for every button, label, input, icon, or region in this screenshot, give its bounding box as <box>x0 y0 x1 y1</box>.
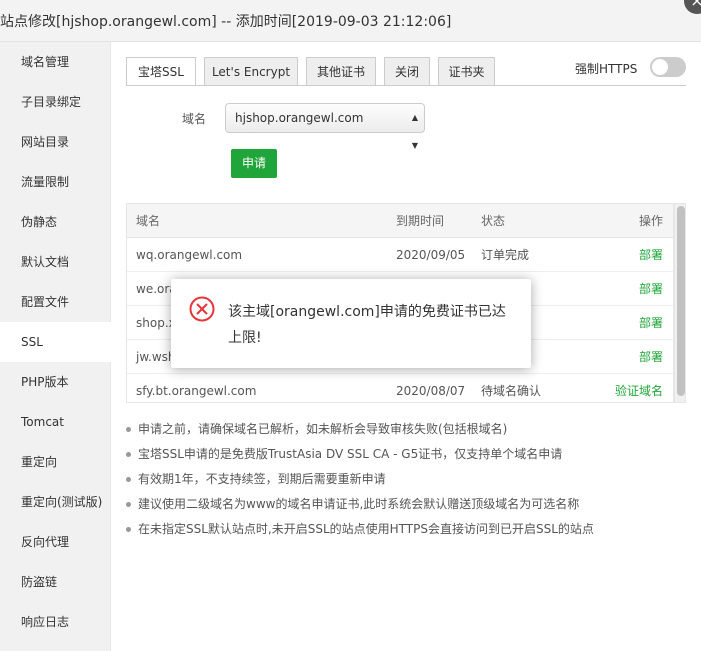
sidebar-item-domain-management[interactable]: 域名管理 <box>0 42 111 82</box>
domain-select-label: 域名 <box>182 112 207 126</box>
dialog-title: 站点修改[hjshop.orangewl.com] -- 添加时间[2019-0… <box>0 14 452 30</box>
sidebar-item-hotlink-protection[interactable]: 防盗链 <box>0 562 111 602</box>
bullet-icon <box>126 502 131 507</box>
bullet-icon <box>126 427 131 432</box>
deploy-link[interactable]: 部署 <box>639 272 663 306</box>
note-item: 宝塔SSL申请的是免费版TrustAsia DV SSL CA - G5证书，仅… <box>126 444 686 469</box>
deploy-link[interactable]: 部署 <box>639 238 663 272</box>
deploy-link[interactable]: 部署 <box>639 340 663 374</box>
apply-button[interactable]: 申请 <box>231 149 277 178</box>
row-expire: 2020/08/07 <box>396 384 466 398</box>
note-text: 申请之前，请确保域名已解析，如未解析会导致审核失败(包括根域名) <box>138 422 508 436</box>
header-action: 操作 <box>638 214 663 228</box>
bullet-icon <box>126 527 131 532</box>
sidebar-item-config-file[interactable]: 配置文件 <box>0 282 111 322</box>
sidebar-item-response-log[interactable]: 响应日志 <box>0 602 111 642</box>
deploy-link[interactable]: 部署 <box>639 306 663 340</box>
row-status: 订单完成 <box>481 248 530 262</box>
bullet-icon <box>126 452 131 457</box>
tab-baota-ssl[interactable]: 宝塔SSL <box>126 57 196 86</box>
force-https-label: 强制HTTPS <box>575 62 638 76</box>
note-item: 有效期1年，不支持续签，到期后需要重新申请 <box>126 469 686 494</box>
ssl-notes: 申请之前，请确保域名已解析，如未解析会导致审核失败(包括根域名) 宝塔SSL申请… <box>126 419 686 544</box>
note-text: 建议使用二级域名为www的域名申请证书,此时系统会默认赠送顶级域名为可选名称 <box>138 497 580 511</box>
sidebar-item-traffic-limit[interactable]: 流量限制 <box>0 162 111 202</box>
sidebar-item-subdirectory-binding[interactable]: 子目录绑定 <box>0 82 111 122</box>
close-button[interactable]: × <box>684 0 701 14</box>
header-expire: 到期时间 <box>396 214 445 228</box>
table-scrollbar[interactable] <box>674 203 686 403</box>
tab-lets-encrypt[interactable]: Let's Encrypt <box>204 57 298 86</box>
sidebar-item-ssl[interactable]: SSL <box>0 322 112 362</box>
dialog-titlebar: 站点修改[hjshop.orangewl.com] -- 添加时间[2019-0… <box>0 0 701 42</box>
sidebar-item-redirect-beta[interactable]: 重定向(测试版) <box>0 482 111 522</box>
sidebar-item-tomcat[interactable]: Tomcat <box>0 402 111 442</box>
tab-other-certs[interactable]: 其他证书 <box>306 57 376 86</box>
error-dialog: 该主域[orangewl.com]申请的免费证书已达上限! <box>171 279 531 368</box>
tabs-divider <box>126 85 686 86</box>
row-expire: 2020/09/05 <box>396 248 466 262</box>
scrollbar-thumb[interactable] <box>677 206 685 396</box>
sidebar-item-php-version[interactable]: PHP版本 <box>0 362 111 402</box>
sidebar-item-rewrite[interactable]: 伪静态 <box>0 202 111 242</box>
row-domain: sfy.bt.orangewl.com <box>136 384 257 398</box>
table-row: sfy.bt.orangewl.com 2020/08/07 待域名确认 验证域… <box>127 374 673 402</box>
domain-select-value: hjshop.orangewl.com <box>235 111 364 125</box>
header-status: 状态 <box>481 214 506 228</box>
force-https-toggle[interactable] <box>650 57 686 77</box>
row-domain: jw.wsh <box>136 350 176 364</box>
row-status: 待域名确认 <box>481 384 542 398</box>
bullet-icon <box>126 477 131 482</box>
header-domain: 域名 <box>136 214 161 228</box>
table-row: wq.orangewl.com 2020/09/05 订单完成 部署 <box>127 238 673 272</box>
note-text: 宝塔SSL申请的是免费版TrustAsia DV SSL CA - G5证书，仅… <box>138 447 563 461</box>
row-domain: wq.orangewl.com <box>136 248 243 262</box>
select-arrows-icon: ▲ ▼ <box>411 113 418 150</box>
note-item: 申请之前，请确保域名已解析，如未解析会导致审核失败(包括根域名) <box>126 419 686 444</box>
note-item: 在未指定SSL默认站点时,未开启SSL的站点使用HTTPS会直接访问到已开启SS… <box>126 519 686 544</box>
sidebar-item-reverse-proxy[interactable]: 反向代理 <box>0 522 111 562</box>
sidebar-item-default-document[interactable]: 默认文档 <box>0 242 111 282</box>
verify-domain-link[interactable]: 验证域名 <box>615 374 663 402</box>
sidebar-item-site-directory[interactable]: 网站目录 <box>0 122 111 162</box>
tab-close-ssl[interactable]: 关闭 <box>384 57 430 86</box>
table-header: 域名 到期时间 状态 操作 <box>127 204 673 238</box>
note-item: 建议使用二级域名为www的域名申请证书,此时系统会默认赠送顶级域名为可选名称 <box>126 494 686 519</box>
toggle-knob <box>652 59 668 75</box>
note-text: 有效期1年，不支持续签，到期后需要重新申请 <box>138 472 386 486</box>
note-text: 在未指定SSL默认站点时,未开启SSL的站点使用HTTPS会直接访问到已开启SS… <box>138 522 594 536</box>
sidebar-item-redirect[interactable]: 重定向 <box>0 442 111 482</box>
error-message: 该主域[orangewl.com]申请的免费证书已达上限! <box>228 304 506 346</box>
tab-cert-folder[interactable]: 证书夹 <box>438 57 495 86</box>
settings-sidebar: 域名管理 子目录绑定 网站目录 流量限制 伪静态 默认文档 配置文件 SSL P… <box>0 42 112 651</box>
domain-select[interactable]: hjshop.orangewl.com ▲ ▼ <box>225 103 425 150</box>
error-circle-x-icon <box>189 296 215 322</box>
